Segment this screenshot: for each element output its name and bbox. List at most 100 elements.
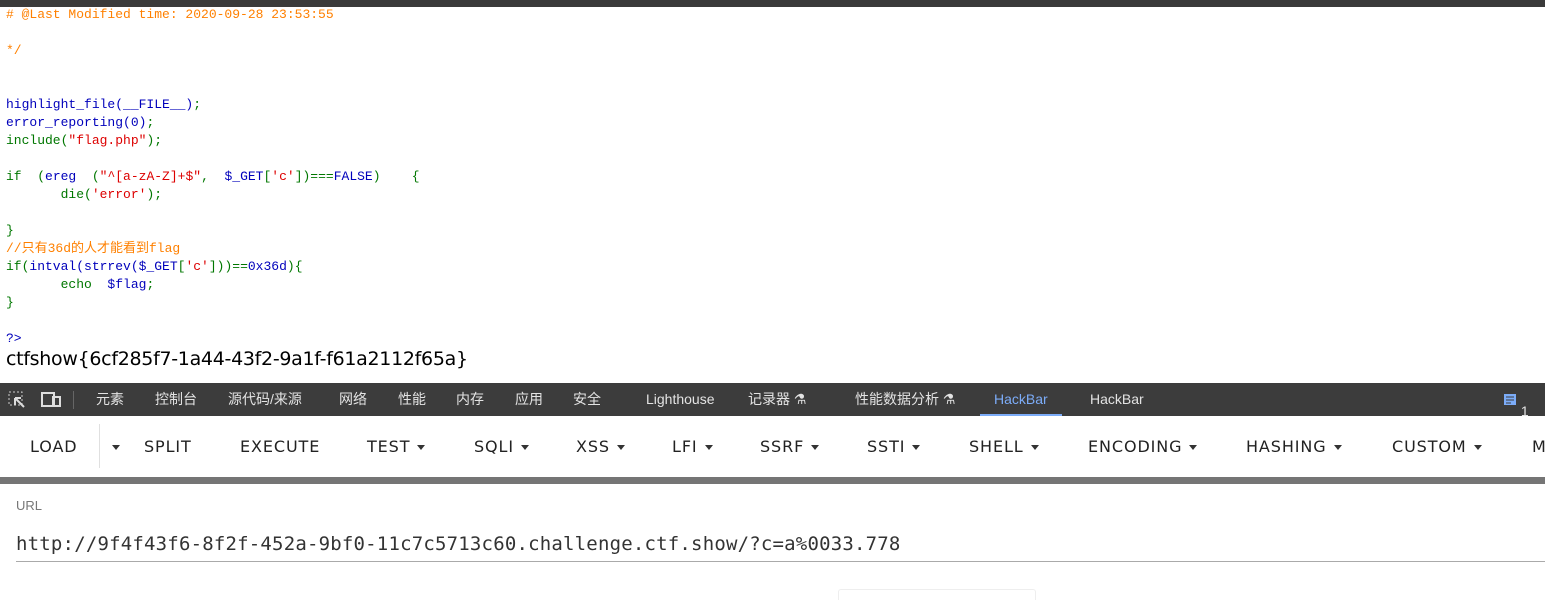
code-token: );: [146, 133, 163, 148]
hackbar-button-load-dropdown[interactable]: [105, 416, 120, 477]
code-line: */: [6, 42, 420, 60]
code-token: ){: [286, 259, 303, 274]
button-label: SQLI: [474, 437, 514, 456]
hackbar-button-execute[interactable]: EXECUTE: [240, 416, 320, 477]
code-line: if(intval(strrev($_GET['c']))==0x36d){: [6, 258, 420, 276]
code-token: include(: [6, 133, 69, 148]
code-token: ;: [146, 115, 155, 130]
caret-down-icon: [1030, 445, 1039, 450]
devtools-tab-bar: 1 元素 控制台 源代码/来源 网络 性能 内存 应用 安全 Lighthouse 记录器 ⚗ 性能…: [0, 383, 1545, 419]
button-label: SHELL: [969, 437, 1024, 456]
hackbar-button-ssti[interactable]: SSTI: [867, 416, 921, 477]
devtools-tab[interactable]: Lighthouse: [646, 383, 715, 416]
hackbar-button-load[interactable]: LOAD: [30, 416, 78, 477]
code-token: highlight_file(__FILE__): [6, 97, 194, 112]
code-token: ?>: [6, 331, 22, 346]
code-line: echo $flag;: [6, 276, 420, 294]
devtools-tab[interactable]: 性能数据分析 ⚗: [855, 383, 955, 416]
caret-down-icon: [912, 445, 921, 450]
code-token: ereg: [45, 169, 92, 184]
code-line: //只有36d的人才能看到flag: [6, 240, 420, 258]
code-token: echo: [6, 277, 108, 292]
url-label: URL: [16, 498, 43, 513]
hackbar-button-hashing[interactable]: HASHING: [1246, 416, 1342, 477]
caret-down-icon: [811, 445, 820, 450]
code-token: $_GET: [224, 169, 264, 184]
issues-badge[interactable]: 1: [1503, 383, 1529, 419]
caret-down-icon: [616, 445, 625, 450]
caret-down-icon: [112, 445, 120, 450]
code-token: FALSE: [333, 169, 373, 184]
php-source-code: # @Last Modified time: 2020-09-28 23:53:…: [6, 6, 420, 348]
hackbar-button-custom[interactable]: CUSTOM: [1392, 416, 1482, 477]
code-token: ]))==: [208, 259, 248, 274]
button-label: TEST: [367, 437, 411, 456]
devtools-tab[interactable]: 源代码/来源: [228, 383, 302, 416]
message-icon: [1504, 394, 1516, 405]
code-token: "flag.php": [68, 133, 147, 148]
code-token: }: [6, 223, 14, 238]
code-token: ])===: [294, 169, 334, 184]
code-token: 'c': [271, 169, 295, 184]
devtools-tab[interactable]: 元素: [96, 383, 124, 416]
hackbar-button-lfi[interactable]: LFI: [672, 416, 713, 477]
button-label: LOAD: [30, 437, 78, 456]
devtools-tab[interactable]: 安全: [573, 383, 601, 416]
devtools-tab[interactable]: 记录器 ⚗: [748, 383, 806, 416]
button-label: XSS: [576, 437, 610, 456]
device-toolbar-icon[interactable]: [40, 383, 62, 416]
button-label: HASHING: [1246, 437, 1327, 456]
code-token: ) {: [372, 169, 420, 184]
code-token: (: [91, 169, 100, 184]
devtools-tab[interactable]: 应用: [515, 383, 543, 416]
devtools-tab[interactable]: 控制台: [155, 383, 197, 416]
code-line: highlight_file(__FILE__);: [6, 96, 420, 114]
code-token: $_GET: [138, 259, 178, 274]
panel-edge: [838, 589, 1036, 600]
hackbar-button-split[interactable]: SPLIT: [144, 416, 192, 477]
code-token: if(: [6, 259, 30, 274]
caret-down-icon: [1189, 445, 1198, 450]
button-label: M: [1532, 437, 1545, 456]
hackbar-button-shell[interactable]: SHELL: [969, 416, 1039, 477]
code-token: error_reporting(0): [6, 115, 147, 130]
code-line: }: [6, 294, 420, 312]
hackbar-button-test[interactable]: TEST: [367, 416, 426, 477]
hackbar-button-sqli[interactable]: SQLI: [474, 416, 529, 477]
hackbar-button-encoding[interactable]: ENCODING: [1088, 416, 1198, 477]
button-label: CUSTOM: [1392, 437, 1467, 456]
devtools-tab[interactable]: 性能: [398, 383, 426, 416]
code-token: if (: [6, 169, 46, 184]
inspect-element-icon[interactable]: [8, 383, 26, 416]
button-label: LFI: [672, 437, 698, 456]
code-token: intval(strrev(: [29, 259, 139, 274]
code-token: ;: [146, 277, 155, 292]
hackbar-button-m[interactable]: M: [1532, 416, 1545, 477]
divider: [99, 424, 100, 468]
devtools-tab[interactable]: HackBar: [1090, 383, 1144, 416]
code-token: //只有36d的人才能看到flag: [6, 241, 181, 256]
code-token: 'c': [185, 259, 209, 274]
caret-down-icon: [417, 445, 426, 450]
caret-down-icon: [1473, 445, 1482, 450]
code-token: "^[a-zA-Z]+$": [99, 169, 202, 184]
code-token: );: [146, 187, 163, 202]
button-label: EXECUTE: [240, 437, 321, 456]
devtools-tab[interactable]: HackBar: [980, 383, 1062, 416]
button-label: SSTI: [867, 437, 906, 456]
hackbar-button-xss[interactable]: XSS: [576, 416, 625, 477]
url-input[interactable]: [16, 526, 1545, 562]
button-label: SSRF: [760, 437, 805, 456]
hackbar-button-ssrf[interactable]: SSRF: [760, 416, 820, 477]
devtools-tab[interactable]: 网络: [339, 383, 367, 416]
code-token: $flag: [107, 277, 147, 292]
code-token: 'error': [91, 187, 147, 202]
devtools-tab[interactable]: 内存: [456, 383, 484, 416]
button-label: ENCODING: [1088, 437, 1183, 456]
code-token: }: [6, 295, 14, 310]
